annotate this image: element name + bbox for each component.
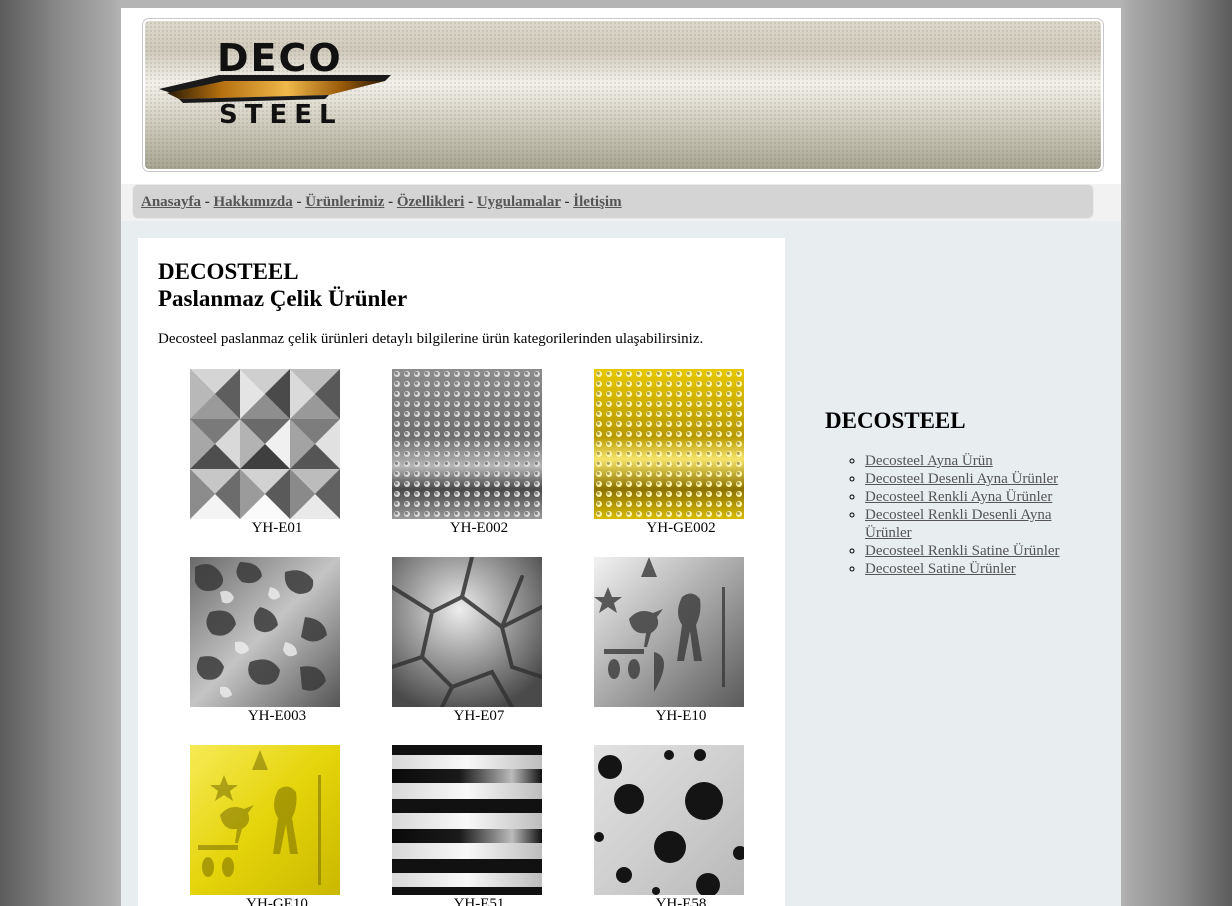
header-banner: DECO STEEL: [143, 19, 1103, 171]
page-title-line1: DECOSTEEL: [158, 259, 299, 284]
product-code: YH-E01: [251, 520, 303, 536]
nav-link-uygulamalar[interactable]: Uygulamalar: [477, 194, 561, 210]
nav-separator: -: [468, 194, 474, 210]
header: DECO STEEL: [121, 8, 1121, 184]
list-item: Decosteel Satine Ürünler: [865, 560, 1095, 578]
product-card[interactable]: YH-E01: [175, 369, 355, 538]
list-item: Decosteel Renkli Ayna Ürünler: [865, 488, 1095, 506]
page-title: DECOSTEEL Paslanmaz Çelik Ürünler: [158, 258, 407, 312]
nav-separator: -: [296, 194, 302, 210]
product-code: YH-E10: [655, 708, 707, 724]
list-item: Decosteel Desenli Ayna Ürünler: [865, 470, 1095, 488]
product-image-dots[interactable]: [594, 745, 744, 895]
nav-link-ozellikleri[interactable]: Özellikleri: [397, 194, 464, 210]
nav-separator: -: [564, 194, 570, 210]
nav-link-anasayfa[interactable]: Anasayfa: [141, 194, 201, 210]
list-item: Decosteel Renkli Satine Ürünler: [865, 542, 1095, 560]
product-code: YH-E002: [449, 520, 509, 536]
nav-link-hakkimizda[interactable]: Hakkımızda: [214, 194, 293, 210]
nav-link-iletisim[interactable]: İletişim: [573, 194, 621, 210]
product-image-camo-silver[interactable]: [190, 557, 340, 707]
decosteel-logo[interactable]: DECO STEEL: [159, 37, 399, 127]
product-code: YH-E58: [655, 896, 707, 906]
product-image-tribal-silver[interactable]: [594, 557, 744, 707]
product-image-tribal-gold[interactable]: [190, 745, 340, 895]
product-card[interactable]: YH-E07: [377, 557, 557, 726]
list-item: Decosteel Renkli Desenli Ayna Ürünler: [865, 506, 1095, 542]
sidebar-link-desenli-ayna[interactable]: Decosteel Desenli Ayna Ürünler: [865, 471, 1058, 487]
product-code: YH-GE10: [246, 896, 308, 906]
nav-link-urunlerimiz[interactable]: Ürünlerimiz: [305, 194, 384, 210]
logo-text-steel: STEEL: [219, 100, 343, 127]
product-image-branches-silver[interactable]: [392, 557, 542, 707]
product-code: YH-E51: [453, 896, 505, 906]
product-card[interactable]: YH-GE10: [175, 745, 355, 906]
sidebar-title: DECOSTEEL: [825, 408, 966, 433]
sidebar-link-renkli-satine[interactable]: Decosteel Renkli Satine Ürünler: [865, 543, 1060, 559]
product-card[interactable]: YH-E002: [377, 369, 557, 538]
sidebar-link-renkli-desenli-ayna[interactable]: Decosteel Renkli Desenli Ayna Ürünler: [865, 507, 1052, 541]
intro-text: Decosteel paslanmaz çelik ürünleri detay…: [158, 331, 704, 347]
sidebar: DECOSTEEL Decosteel Ayna Ürün Decosteel …: [825, 408, 1095, 578]
sidebar-link-renkli-ayna[interactable]: Decosteel Renkli Ayna Ürünler: [865, 489, 1052, 505]
navigation-band: Anasayfa - Hakkımızda - Ürünlerimiz - Öz…: [121, 184, 1121, 221]
sidebar-link-ayna-urun[interactable]: Decosteel Ayna Ürün: [865, 453, 993, 469]
product-code: YH-E003: [247, 708, 307, 724]
product-code: YH-GE002: [646, 520, 716, 536]
main-navigation: Anasayfa - Hakkımızda - Ürünlerimiz - Öz…: [133, 185, 1093, 218]
nav-separator: -: [388, 194, 394, 210]
sidebar-link-satine[interactable]: Decosteel Satine Ürünler: [865, 561, 1016, 577]
page-title-line2: Paslanmaz Çelik Ürünler: [158, 286, 408, 311]
product-card[interactable]: YH-E10: [579, 557, 759, 726]
product-code: YH-E07: [453, 708, 505, 724]
product-image-pyramid[interactable]: [190, 369, 340, 519]
main-content: DECOSTEEL Paslanmaz Çelik Ürünler Decost…: [138, 238, 785, 906]
product-image-stripes[interactable]: [392, 745, 542, 895]
product-card[interactable]: YH-E58: [579, 745, 759, 906]
product-card[interactable]: YH-E51: [377, 745, 557, 906]
nav-separator: -: [204, 194, 210, 210]
list-item: Decosteel Ayna Ürün: [865, 452, 1095, 470]
product-image-perforated-gold[interactable]: [594, 369, 744, 519]
page-container: DECO STEEL Anasayfa - Hakkımızda - Ürünl…: [121, 8, 1121, 906]
sidebar-category-list: Decosteel Ayna Ürün Decosteel Desenli Ay…: [825, 452, 1095, 578]
product-image-perforated-silver[interactable]: [392, 369, 542, 519]
product-card[interactable]: YH-GE002: [579, 369, 759, 538]
product-card[interactable]: YH-E003: [175, 557, 355, 726]
logo-text-deco: DECO: [217, 37, 343, 80]
